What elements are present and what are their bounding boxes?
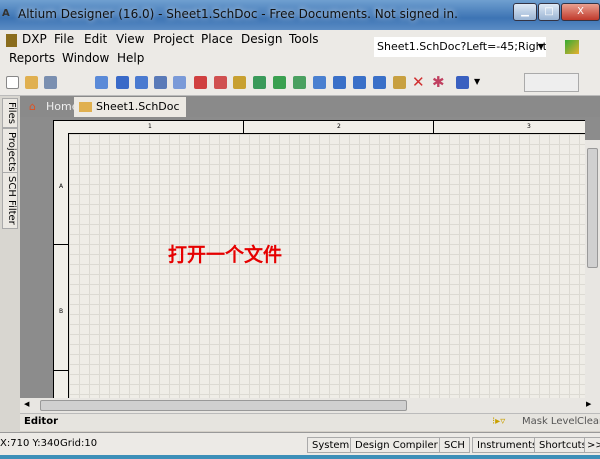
grid-size: Grid:10 bbox=[60, 438, 98, 449]
net-icon[interactable] bbox=[173, 76, 186, 89]
left-panel-strip: Files Projects SCH Filter bbox=[0, 96, 20, 432]
scroll-right-icon[interactable]: ▶ bbox=[586, 400, 591, 408]
ruler-divider bbox=[433, 121, 434, 133]
ruler-divider bbox=[243, 121, 244, 133]
compile-mask-icon[interactable]: ✱ bbox=[432, 73, 445, 91]
editor-label: Editor bbox=[24, 416, 58, 427]
status-instruments-button[interactable]: Instruments bbox=[472, 437, 543, 453]
taskbar bbox=[0, 455, 600, 459]
schematic-doc-icon bbox=[79, 102, 92, 112]
editor-bar: Editor ⁝▸▿ Mask Level Clear bbox=[20, 413, 600, 431]
scroll-thumb[interactable] bbox=[40, 400, 407, 411]
column-label: 1 bbox=[148, 123, 152, 130]
harness-icon[interactable] bbox=[313, 76, 326, 89]
status-more-button[interactable]: >> bbox=[584, 437, 600, 453]
save-icon[interactable] bbox=[44, 76, 57, 89]
chevron-down-icon: ▼ bbox=[537, 42, 544, 51]
column-label: 2 bbox=[337, 123, 341, 130]
sheet-symbol-icon[interactable] bbox=[253, 76, 266, 89]
no-erc-icon[interactable]: ✕ bbox=[412, 73, 425, 91]
sheet-entry-icon[interactable] bbox=[273, 76, 286, 89]
vcc-icon[interactable] bbox=[214, 76, 227, 89]
clear-button[interactable]: Clear bbox=[577, 416, 600, 427]
window-title: Altium Designer (16.0) - Sheet1.SchDoc -… bbox=[18, 7, 458, 21]
menu-project[interactable]: Project bbox=[153, 32, 194, 46]
location-combo[interactable]: Sheet1.SchDoc?Left=-45;Right= ▼ bbox=[374, 37, 546, 57]
annotation-text[interactable]: 打开一个文件 bbox=[168, 240, 282, 267]
scroll-thumb[interactable] bbox=[587, 148, 598, 268]
panel-tab-sch-filter[interactable]: SCH Filter bbox=[2, 172, 18, 229]
mask-level-button[interactable]: Mask Level bbox=[522, 416, 577, 427]
bus-entry-icon[interactable] bbox=[135, 76, 148, 89]
location-combo-value: Sheet1.SchDoc?Left=-45;Right= bbox=[377, 40, 546, 53]
device-sheet-icon[interactable] bbox=[293, 76, 306, 89]
port-icon[interactable] bbox=[393, 76, 406, 89]
harness-entry-icon[interactable] bbox=[353, 76, 366, 89]
status-bar: X:710 Y:340 Grid:10 System Design Compil… bbox=[0, 432, 600, 455]
scroll-left-icon[interactable]: ◀ bbox=[24, 400, 29, 408]
app-icon: A bbox=[2, 8, 10, 19]
open-folder-icon[interactable] bbox=[25, 76, 38, 89]
component-icon[interactable] bbox=[233, 76, 246, 89]
row-label: A bbox=[59, 183, 64, 190]
schematic-sheet[interactable]: 1 2 3 A B 打开一个文件 bbox=[53, 120, 585, 400]
minimize-button[interactable]: ▁ bbox=[513, 3, 537, 21]
column-label: 3 bbox=[527, 123, 531, 130]
panel-tab-projects[interactable]: Projects bbox=[2, 128, 18, 176]
row-label: B bbox=[59, 308, 64, 315]
signal-harness-icon[interactable] bbox=[373, 76, 386, 89]
menu-edit[interactable]: Edit bbox=[84, 32, 107, 46]
document-tabs: ⌂ Home Sheet1.SchDoc bbox=[20, 96, 600, 117]
horizontal-scrollbar[interactable]: ◀ ▶ bbox=[20, 398, 600, 413]
vertical-scrollbar[interactable] bbox=[585, 140, 600, 398]
filter-icon[interactable]: ⁝▸▿ bbox=[492, 416, 505, 427]
tab-sheet1[interactable]: Sheet1.SchDoc bbox=[74, 97, 186, 117]
chevron-down-icon[interactable]: ▼ bbox=[474, 77, 480, 86]
menu-file[interactable]: File bbox=[54, 32, 74, 46]
menu-tools[interactable]: Tools bbox=[289, 32, 319, 46]
maximize-button[interactable]: □ bbox=[538, 3, 560, 21]
sheet-grid[interactable]: 打开一个文件 bbox=[68, 133, 585, 400]
menu-reports[interactable]: Reports bbox=[9, 51, 55, 65]
title-bar: A Altium Designer (16.0) - Sheet1.SchDoc… bbox=[0, 0, 600, 30]
pen-icon[interactable] bbox=[456, 76, 469, 89]
ruler-divider bbox=[54, 370, 68, 371]
cursor-coords: X:710 Y:340 bbox=[0, 438, 60, 449]
home-icon: ⌂ bbox=[29, 100, 36, 113]
toolbar-combo[interactable] bbox=[524, 73, 579, 92]
wire-icon[interactable] bbox=[95, 76, 108, 89]
ground-icon[interactable] bbox=[194, 76, 207, 89]
status-system-button[interactable]: System bbox=[307, 437, 355, 453]
dxp-logo-icon bbox=[6, 34, 17, 47]
menu-help[interactable]: Help bbox=[117, 51, 144, 65]
menu-dxp[interactable]: DXP bbox=[22, 32, 47, 46]
schematic-editor[interactable]: 1 2 3 A B 打开一个文件 bbox=[20, 117, 600, 400]
status-design-compiler-button[interactable]: Design Compiler bbox=[350, 437, 443, 453]
panel-tab-files[interactable]: Files bbox=[2, 98, 18, 128]
ruler-divider bbox=[54, 244, 68, 245]
bus-icon[interactable] bbox=[116, 76, 129, 89]
close-button[interactable]: X bbox=[561, 3, 600, 21]
new-file-icon[interactable] bbox=[6, 76, 19, 89]
toolbar: ✕ ✱ ▼ bbox=[0, 70, 600, 96]
tab-label: Sheet1.SchDoc bbox=[96, 100, 180, 113]
tool-icon[interactable] bbox=[565, 40, 579, 54]
harness-connector-icon[interactable] bbox=[333, 76, 346, 89]
net-label-icon[interactable] bbox=[154, 76, 167, 89]
menu-design[interactable]: Design bbox=[241, 32, 282, 46]
status-sch-button[interactable]: SCH bbox=[439, 437, 470, 453]
menu-window[interactable]: Window bbox=[62, 51, 109, 65]
menu-view[interactable]: View bbox=[116, 32, 144, 46]
menu-place[interactable]: Place bbox=[201, 32, 233, 46]
